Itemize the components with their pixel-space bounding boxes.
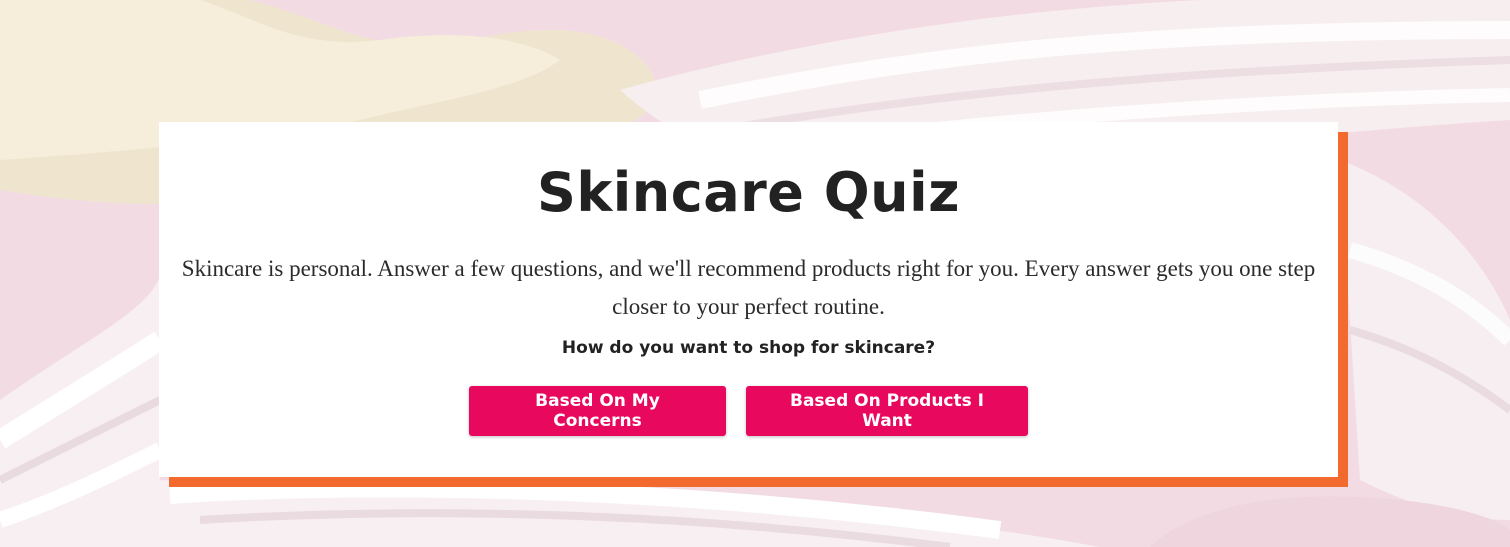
quiz-title: Skincare Quiz [536, 161, 961, 224]
quiz-card: Skincare Quiz Skincare is personal. Answ… [159, 122, 1338, 477]
quiz-question: How do you want to shop for skincare? [561, 338, 936, 358]
based-on-products-button[interactable]: Based On Products I Want [746, 386, 1028, 436]
quiz-hero: Skincare Quiz Skincare is personal. Answ… [0, 0, 1510, 547]
quiz-options: Based On My Concerns Based On Products I… [159, 386, 1338, 436]
quiz-description: Skincare is personal. Answer a few quest… [181, 256, 1316, 319]
based-on-concerns-button[interactable]: Based On My Concerns [469, 386, 726, 436]
